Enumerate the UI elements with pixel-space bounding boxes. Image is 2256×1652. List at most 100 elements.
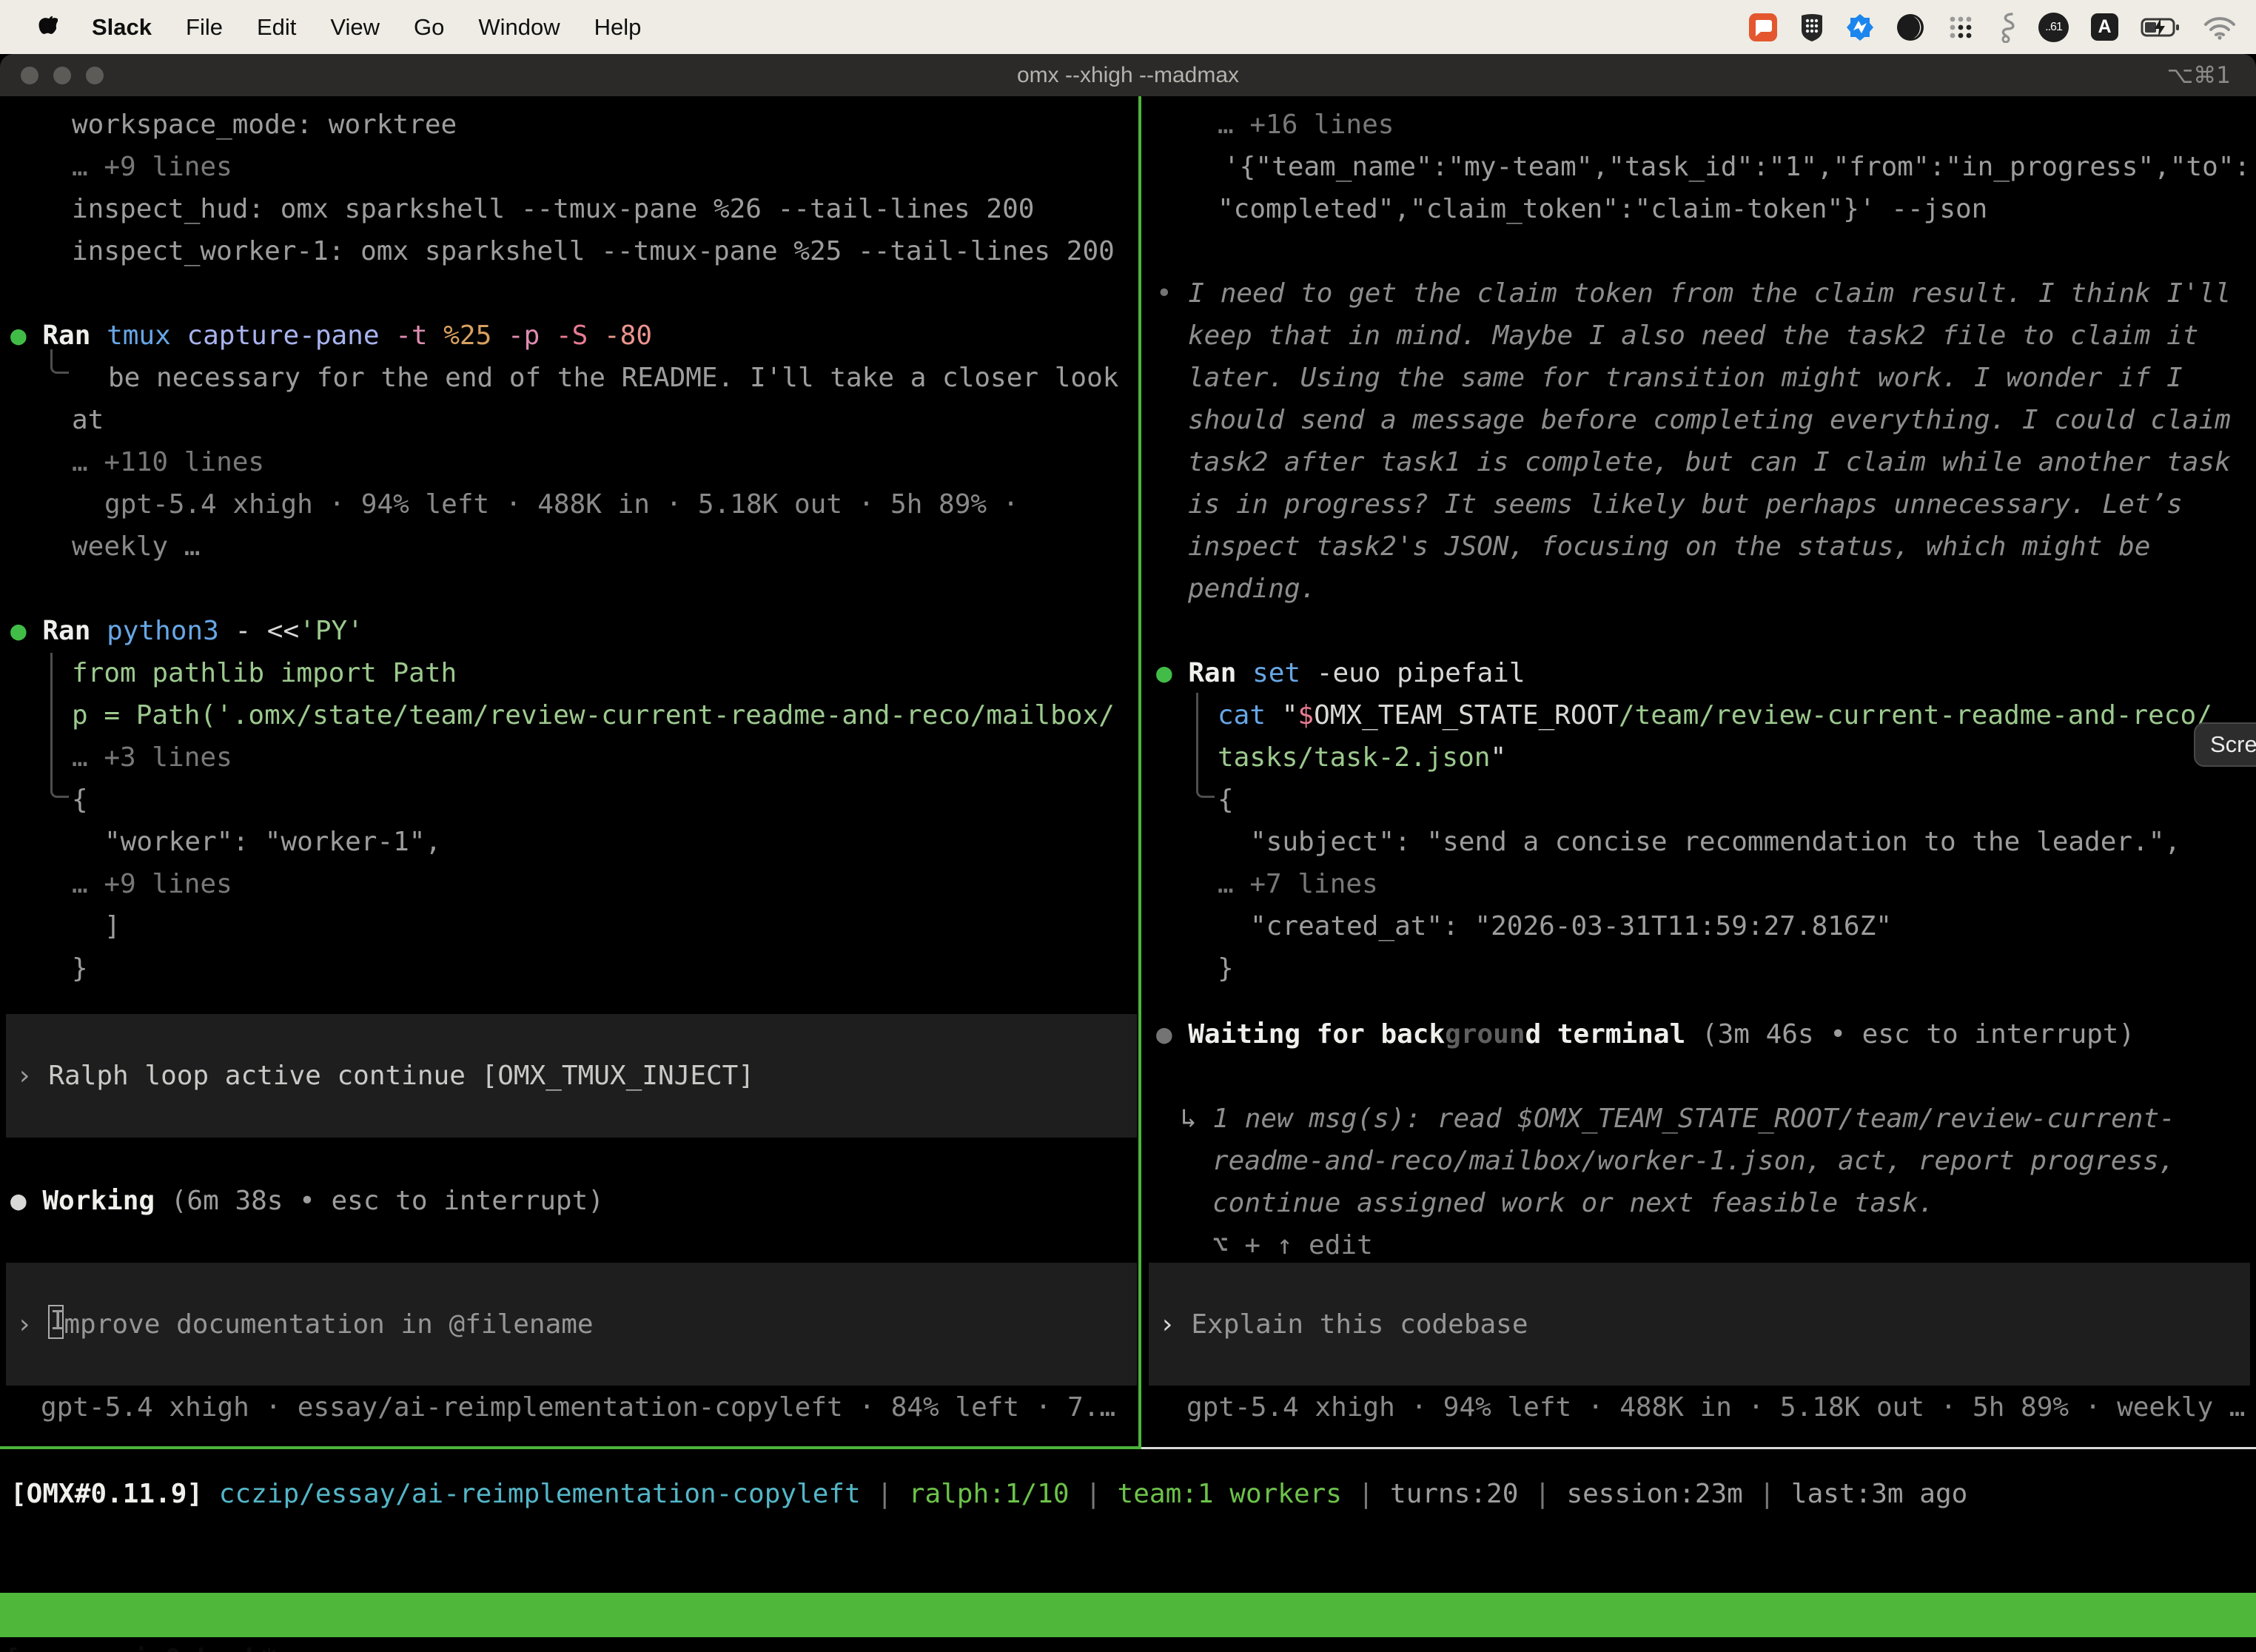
- terminal-line: "worker": "worker-1",: [0, 821, 1140, 863]
- right-pane[interactable]: … +16 lines'{"team_name":"my-team","task…: [1146, 96, 2256, 1448]
- menu-item-edit[interactable]: Edit: [257, 14, 296, 41]
- terminal-line: ● Waiting for background terminal (3m 46…: [1146, 1013, 2256, 1055]
- battery-icon[interactable]: [2141, 17, 2181, 38]
- blue-bolt-icon[interactable]: [1846, 13, 1874, 41]
- terminal-line: ● Working (6m 38s • esc to interrupt): [0, 1180, 1140, 1222]
- dots-grid-icon[interactable]: [1947, 13, 1975, 41]
- terminal-line: gpt-5.4 xhigh · 94% left · 488K in · 5.1…: [1146, 1386, 2256, 1428]
- left-working-status: ● Working (6m 38s • esc to interrupt): [0, 1180, 1140, 1222]
- terminal-line: at: [0, 399, 1140, 441]
- terminal-line: [0, 272, 1140, 315]
- terminal-line: "subject": "send a concise recommendatio…: [1146, 821, 2256, 863]
- terminal-line: [0, 568, 1140, 610]
- prompt-chevron: ›: [16, 1061, 48, 1091]
- terminal-line: gpt-5.4 xhigh · essay/ai-reimplementatio…: [0, 1386, 1140, 1428]
- terminal-line: … +9 lines: [0, 863, 1140, 905]
- history-text: Ralph loop active continue [OMX_TMUX_INJ…: [48, 1061, 754, 1091]
- terminal-line: cat "$OMX_TEAM_STATE_ROOT/team/review-cu…: [1146, 694, 2256, 736]
- terminal-line: ● Ran tmux capture-pane -t %25 -p -S -80: [0, 315, 1140, 357]
- terminal-line: inspect task2's JSON, focusing on the st…: [1146, 526, 2256, 568]
- text-cursor: I: [48, 1305, 64, 1339]
- terminal-line: should send a message before completing …: [1146, 399, 2256, 441]
- terminal-line: … +3 lines: [0, 736, 1140, 779]
- chat-bubble-icon[interactable]: [1748, 13, 1778, 42]
- pane-divider[interactable]: [1138, 96, 1141, 1448]
- squiggle-icon[interactable]: [1997, 12, 2016, 43]
- terminal-line: ● Ran python3 - <<'PY': [0, 610, 1140, 652]
- terminal-line: • I need to get the claim token from the…: [1146, 272, 2256, 315]
- terminal-line: tasks/task-2.json": [1146, 736, 2256, 779]
- terminal-line: {: [1146, 779, 2256, 821]
- terminal-line: readme-and-reco/mailbox/worker-1.json, a…: [1146, 1140, 2256, 1182]
- input-placeholder: Explain this codebase: [1191, 1309, 1528, 1340]
- apple-logo-icon[interactable]: [38, 16, 58, 39]
- wifi-icon[interactable]: [2203, 15, 2237, 40]
- terminal-window: omx --xhigh --madmax ⌥⌘1 workspace_mode:…: [0, 54, 2256, 1652]
- terminal-line: "created_at": "2026-03-31T11:59:27.816Z": [1146, 905, 2256, 947]
- terminal-line: inspect_worker-1: omx sparkshell --tmux-…: [0, 230, 1140, 272]
- terminal-line: ● Ran set -euo pipefail: [1146, 652, 2256, 694]
- terminal-line: [1146, 1055, 2256, 1098]
- prompt-chevron: ›: [16, 1309, 48, 1340]
- terminal-line: ⌥ + ↑ edit: [1146, 1224, 2256, 1266]
- left-history-entry[interactable]: › Ralph loop active continue [OMX_TMUX_I…: [6, 1014, 1137, 1138]
- menu-item-help[interactable]: Help: [594, 14, 642, 41]
- terminal-line: [1146, 610, 2256, 652]
- terminal-line: {: [0, 779, 1140, 821]
- menu-status-icons: ..61 A: [1748, 12, 2237, 43]
- minimize-button[interactable]: [53, 67, 71, 84]
- omx-hud-statusline: [OMX#0.11.9] cczip/essay/ai-reimplementa…: [0, 1473, 2256, 1515]
- terminal-line: ]: [0, 905, 1140, 947]
- right-model-statusline: gpt-5.4 xhigh · 94% left · 488K in · 5.1…: [1146, 1386, 2256, 1428]
- input-source-icon[interactable]: A: [2091, 13, 2118, 41]
- traffic-lights: [0, 67, 104, 84]
- terminal-line: … +9 lines: [0, 146, 1140, 188]
- tmux-status-bar: [omx-cczip0:bash* "MacBook-Pro-44.local"…: [0, 1593, 2256, 1637]
- terminal-line: weekly …: [0, 526, 1140, 568]
- right-pane-border: [1141, 1447, 2256, 1449]
- tmux-session-window[interactable]: [omx-cczip0:bash*: [4, 1637, 277, 1652]
- menu-item-go[interactable]: Go: [414, 14, 444, 41]
- terminal-line: p = Path('.omx/state/team/review-current…: [0, 694, 1140, 736]
- output-connector: [1196, 693, 1215, 798]
- terminal-line: [1146, 230, 2256, 272]
- zoom-button[interactable]: [86, 67, 104, 84]
- right-prompt-input[interactable]: › Explain this codebase: [1149, 1263, 2250, 1386]
- menu-item-file[interactable]: File: [186, 14, 223, 41]
- terminal-line: … +110 lines: [0, 441, 1140, 483]
- terminal-line: is in progress? It seems likely but perh…: [1146, 483, 2256, 526]
- dark-crescent-icon[interactable]: [1896, 13, 1924, 41]
- menu-item-view[interactable]: View: [330, 14, 380, 41]
- terminal-line: continue assigned work or next feasible …: [1146, 1182, 2256, 1224]
- output-connector: [50, 349, 69, 374]
- screen-tooltip: Scre: [2194, 722, 2256, 767]
- close-button[interactable]: [21, 67, 38, 84]
- menu-bar: Slack File Edit View Go Window Help ..61…: [0, 0, 2256, 54]
- count-badge-icon[interactable]: ..61: [2038, 13, 2069, 42]
- shield-grid-icon[interactable]: [1800, 13, 1824, 42]
- prompt-chevron: ›: [1159, 1309, 1191, 1340]
- terminal-line: workspace_mode: worktree: [0, 104, 1140, 146]
- terminal-line: … +16 lines: [1146, 104, 2256, 146]
- right-pane-output: … +16 lines'{"team_name":"my-team","task…: [1146, 104, 2256, 990]
- terminal-line: pending.: [1146, 568, 2256, 610]
- terminal-line: inspect_hud: omx sparkshell --tmux-pane …: [0, 188, 1140, 230]
- terminal-line: }: [1146, 947, 2256, 990]
- left-prompt-input[interactable]: › Improve documentation in @filename: [6, 1263, 1137, 1386]
- left-pane[interactable]: workspace_mode: worktree… +9 linesinspec…: [0, 96, 1140, 1448]
- input-placeholder: mprove documentation in @filename: [64, 1309, 593, 1340]
- window-shortcut-hint: ⌥⌘1: [2167, 62, 2231, 89]
- terminal-line: be necessary for the end of the README. …: [0, 357, 1140, 399]
- terminal-line: [OMX#0.11.9] cczip/essay/ai-reimplementa…: [0, 1473, 2256, 1515]
- terminal-line: '{"team_name":"my-team","task_id":"1","f…: [1146, 146, 2256, 188]
- terminal-content: workspace_mode: worktree… +9 linesinspec…: [0, 96, 2256, 1652]
- left-pane-border: [0, 1446, 1141, 1449]
- left-pane-output: workspace_mode: worktree… +9 linesinspec…: [0, 104, 1140, 990]
- menu-item-window[interactable]: Window: [478, 14, 560, 41]
- menu-item-slack[interactable]: Slack: [92, 14, 152, 41]
- window-title: omx --xhigh --madmax: [0, 63, 2256, 88]
- terminal-line: from pathlib import Path: [0, 652, 1140, 694]
- terminal-line: later. Using the same for transition mig…: [1146, 357, 2256, 399]
- title-bar: omx --xhigh --madmax ⌥⌘1: [0, 54, 2256, 96]
- left-model-statusline: gpt-5.4 xhigh · essay/ai-reimplementatio…: [0, 1386, 1140, 1428]
